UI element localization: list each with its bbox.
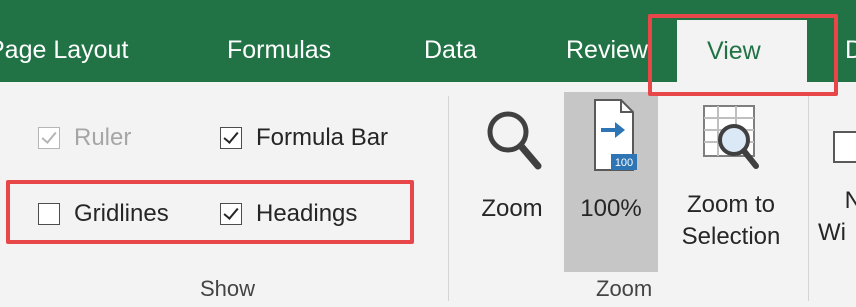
hundred-badge-text: 100 [615,157,633,169]
gridlines-label: Gridlines [74,200,169,227]
headings-label: Headings [256,200,358,227]
gridlines-checkbox[interactable] [38,203,60,225]
zoom-to-selection-label-line1: Zoom to [686,191,776,218]
window-icon [833,131,856,163]
ruler-checkbox-row[interactable]: Ruler [38,124,131,152]
tab-page-layout[interactable]: Page Layout [0,35,128,65]
headings-checkbox-row[interactable]: Headings [220,200,357,228]
zoom-to-selection-icon [703,105,759,169]
new-window-label-line1: N [844,187,856,214]
tab-clipped[interactable]: D [845,35,856,65]
magnifier-icon [487,111,542,170]
formula-bar-checkbox-row[interactable]: Formula Bar [220,124,388,152]
show-group-label: Show [200,276,256,301]
zoom-to-selection-button[interactable]: Zoom to Selection [668,100,794,253]
zoom-to-selection-label-line2: Selection [681,223,781,250]
group-separator [448,96,449,301]
gridlines-checkbox-row[interactable]: Gridlines [38,200,169,228]
zoom-group-label: Zoom [596,276,653,301]
tab-view[interactable]: View [677,20,807,82]
new-window-button-clipped[interactable]: N Wi [818,106,856,249]
zoom-button-label: Zoom [481,195,543,222]
ruler-checkbox[interactable] [38,127,60,149]
page-100-icon: 100 [594,99,637,171]
group-separator [808,96,809,301]
tab-formulas[interactable]: Formulas [227,35,331,65]
zoom-button[interactable]: Zoom [468,106,556,225]
hundred-percent-button[interactable]: 100 100% [566,96,656,225]
new-window-label-line2: Wi [818,219,846,246]
formula-bar-checkbox[interactable] [220,127,242,149]
formula-bar-label: Formula Bar [256,124,389,151]
ribbon-panel: Ruler Formula Bar Gridlines Headings Sho… [0,82,856,307]
tab-review[interactable]: Review [566,35,648,65]
hundred-percent-label: 100% [580,195,642,222]
tab-data[interactable]: Data [424,35,477,65]
headings-checkbox[interactable] [220,203,242,225]
ribbon-tab-bar: Page Layout Formulas Data Review View D [0,0,856,82]
ruler-label: Ruler [74,124,132,151]
